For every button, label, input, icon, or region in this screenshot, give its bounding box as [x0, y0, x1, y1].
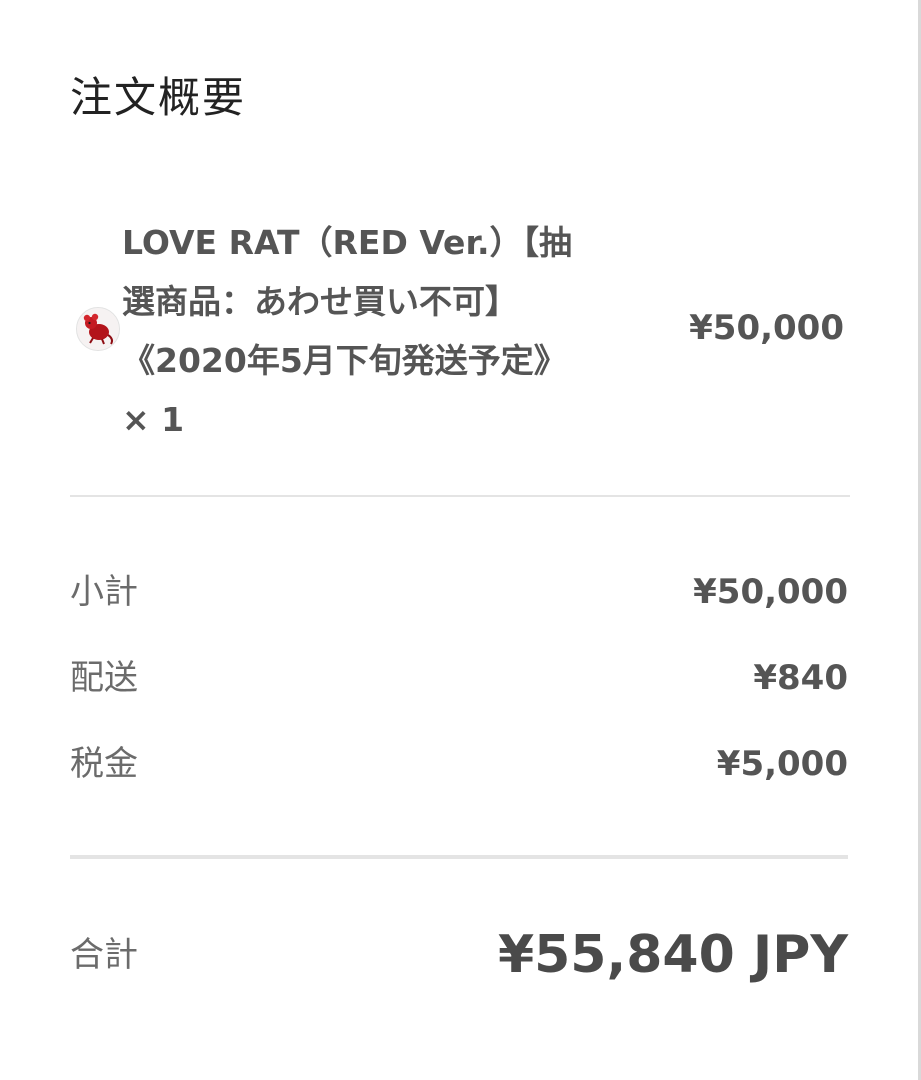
- line-item: LOVE RAT（RED Ver.）【抽 選商品：あわせ買い不可】 《2020年…: [70, 205, 850, 455]
- divider: [70, 495, 850, 497]
- tax-label: 税金: [70, 744, 138, 784]
- shipping-row: 配送 ¥840: [70, 650, 848, 706]
- product-price: ¥50,000: [689, 308, 844, 348]
- subtotal-value: ¥50,000: [693, 572, 848, 612]
- product-name-line-1: LOVE RAT（RED Ver.）【抽: [122, 223, 573, 262]
- divider: [70, 855, 848, 859]
- shipping-label: 配送: [70, 658, 138, 698]
- order-summary-title: 注文概要: [70, 73, 247, 122]
- product-name-line-2: 選商品：あわせ買い不可】: [122, 282, 518, 321]
- total-label: 合計: [70, 935, 138, 975]
- subtotal-label: 小計: [70, 572, 138, 612]
- subtotal-row: 小計 ¥50,000: [70, 564, 848, 620]
- product-quantity: × 1: [122, 400, 185, 439]
- total-value: ¥55,840 JPY: [497, 925, 848, 985]
- shipping-value: ¥840: [753, 658, 848, 698]
- tax-row: 税金 ¥5,000: [70, 736, 848, 792]
- product-thumbnail: [76, 307, 120, 351]
- product-name-line-3: 《2020年5月下旬発送予定》: [122, 341, 567, 380]
- tax-value: ¥5,000: [716, 744, 848, 784]
- product-name: LOVE RAT（RED Ver.）【抽 選商品：あわせ買い不可】 《2020年…: [122, 213, 662, 449]
